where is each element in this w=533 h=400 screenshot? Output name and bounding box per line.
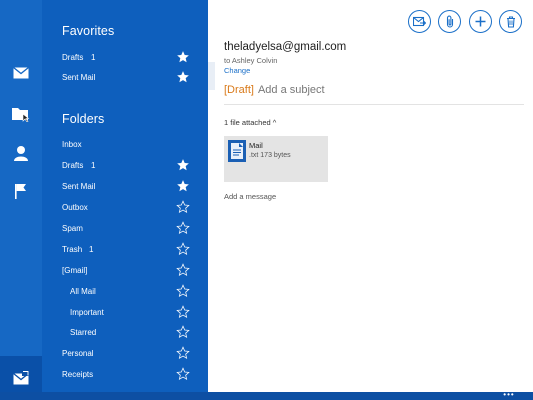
send-button[interactable]: [408, 10, 431, 33]
folder-count: 1: [91, 160, 96, 170]
folder-item-personal[interactable]: Personal: [42, 343, 208, 363]
folder-label: Receipts: [62, 369, 94, 379]
message-input[interactable]: Add a message: [224, 192, 276, 201]
attach-button[interactable]: [438, 10, 461, 33]
folder-label: All Mail: [70, 286, 96, 296]
folder-label: Spam: [62, 223, 83, 233]
folder-label: Trash: [62, 244, 83, 254]
app-rail: [0, 0, 42, 400]
people-icon[interactable]: [0, 138, 42, 168]
folder-item-sent-mail[interactable]: Sent Mail: [42, 176, 208, 196]
folder-item-outbox[interactable]: Outbox: [42, 197, 208, 217]
compose-pane: theladyelsa@gmail.com to Ashley Colvin C…: [208, 0, 533, 392]
star-outline-icon[interactable]: [176, 263, 190, 277]
add-icon: [475, 16, 486, 27]
add-button[interactable]: [469, 10, 492, 33]
folder-label: Personal: [62, 348, 94, 358]
favorite-item-drafts[interactable]: Drafts 1: [42, 47, 208, 67]
folder-item-important[interactable]: Important: [42, 302, 208, 322]
folder-item-spam[interactable]: Spam: [42, 218, 208, 238]
folder-label: Sent Mail: [62, 72, 96, 82]
star-outline-icon[interactable]: [176, 367, 190, 381]
folder-icon[interactable]: [0, 99, 42, 129]
star-outline-icon[interactable]: [176, 221, 190, 235]
subject-input[interactable]: Add a subject: [258, 84, 325, 96]
pane-divider: [208, 62, 215, 90]
change-link[interactable]: Change: [224, 66, 250, 75]
folder-label: Sent Mail: [62, 181, 96, 191]
attachment-name: Mail: [249, 141, 263, 150]
folder-item-inbox[interactable]: Inbox: [42, 134, 208, 154]
folder-count: 1: [89, 244, 94, 254]
attachment-card[interactable]: Mail .txt 173 bytes: [224, 136, 328, 182]
delete-button[interactable]: [499, 10, 522, 33]
delete-icon: [506, 15, 516, 28]
folder-item-starred[interactable]: Starred: [42, 322, 208, 342]
folder-item-gmail[interactable]: [Gmail]: [42, 260, 208, 280]
divider: [224, 104, 524, 105]
star-outline-icon[interactable]: [176, 242, 190, 256]
flag-icon[interactable]: [0, 176, 42, 206]
folder-item-trash[interactable]: Trash 1: [42, 239, 208, 259]
star-filled-icon[interactable]: [176, 70, 190, 84]
folder-item-drafts[interactable]: Drafts 1: [42, 155, 208, 175]
folder-label: Inbox: [62, 139, 82, 149]
folder-item-receipts[interactable]: Receipts: [42, 364, 208, 384]
send-icon: [413, 16, 426, 27]
star-filled-icon[interactable]: [176, 158, 190, 172]
subject-row[interactable]: [Draft] Add a subject: [224, 84, 325, 96]
folder-pane: Favorites Drafts 1 Sent Mail Folders Inb…: [42, 0, 208, 400]
to-address[interactable]: theladyelsa@gmail.com: [224, 41, 346, 53]
star-outline-icon[interactable]: [176, 305, 190, 319]
app-bar-strip: [0, 392, 533, 400]
star-outline-icon[interactable]: [176, 200, 190, 214]
draft-tag: [Draft]: [224, 84, 254, 96]
more-options-icon[interactable]: •••: [494, 391, 524, 400]
folder-item-all-mail[interactable]: All Mail: [42, 281, 208, 301]
favorites-heading: Favorites: [62, 24, 115, 38]
file-icon: [228, 140, 246, 162]
folder-count: 1: [91, 52, 96, 62]
mail-icon[interactable]: [0, 58, 42, 88]
folder-label: Important: [70, 307, 104, 317]
folder-label: Drafts: [62, 160, 84, 170]
star-outline-icon[interactable]: [176, 346, 190, 360]
folder-label: [Gmail]: [62, 265, 88, 275]
favorite-item-sent-mail[interactable]: Sent Mail: [42, 67, 208, 87]
star-filled-icon[interactable]: [176, 179, 190, 193]
star-filled-icon[interactable]: [176, 50, 190, 64]
star-outline-icon[interactable]: [176, 325, 190, 339]
folder-label: Outbox: [62, 202, 88, 212]
to-name: to Ashley Colvin: [224, 56, 278, 65]
folder-label: Starred: [70, 327, 97, 337]
attachments-toggle[interactable]: 1 file attached ^: [224, 118, 276, 127]
star-outline-icon[interactable]: [176, 284, 190, 298]
folders-heading: Folders: [62, 112, 105, 126]
attachment-meta: .txt 173 bytes: [249, 152, 291, 159]
folder-label: Drafts: [62, 52, 84, 62]
attach-icon: [445, 15, 455, 28]
